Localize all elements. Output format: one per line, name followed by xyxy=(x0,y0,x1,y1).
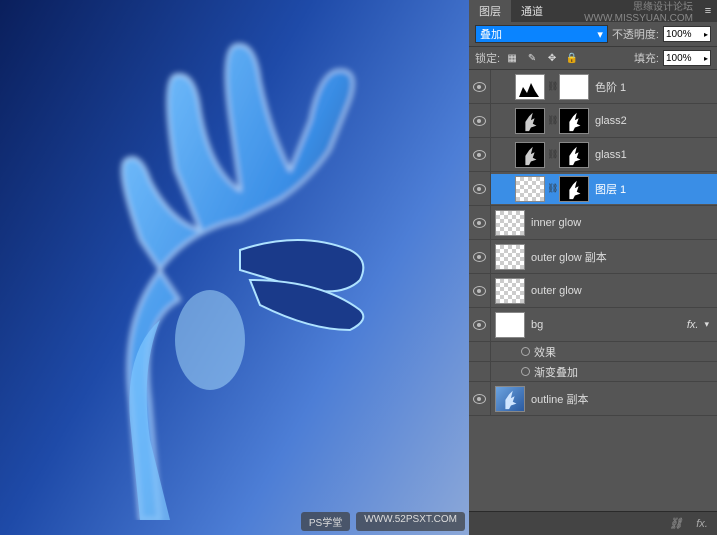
chevron-down-icon[interactable]: ▾ xyxy=(704,319,713,330)
panel-menu-icon[interactable]: ≡ xyxy=(699,5,717,17)
visibility-toggle[interactable] xyxy=(469,104,491,137)
layer-row[interactable]: outer glow xyxy=(469,274,717,308)
visibility-toggle[interactable] xyxy=(469,342,491,361)
visibility-toggle[interactable] xyxy=(469,206,491,239)
chevron-right-icon[interactable]: ▸ xyxy=(704,54,708,63)
eye-icon xyxy=(473,218,486,228)
fx-icon xyxy=(521,367,530,376)
eye-icon xyxy=(473,394,486,404)
visibility-toggle[interactable] xyxy=(469,172,491,205)
forum-title: 思缘设计论坛 WWW.MISSYUAN.COM xyxy=(553,0,699,24)
panel-footer: ⛓ fx. xyxy=(469,511,717,535)
layer-row[interactable]: outline 副本 xyxy=(469,382,717,416)
layer-thumb xyxy=(495,312,525,338)
tab-layers[interactable]: 图层 xyxy=(469,0,511,23)
fx-gradient-overlay-row[interactable]: 渐变叠加 xyxy=(469,362,717,382)
fill-input[interactable]: 100%▸ xyxy=(663,50,711,66)
layer-name: glass2 xyxy=(591,115,627,127)
fx-indicator[interactable]: fx. xyxy=(687,319,703,331)
lock-all-icon[interactable]: 🔒 xyxy=(564,50,580,66)
link-icon: ⛓ xyxy=(547,115,557,126)
eye-icon xyxy=(473,150,486,160)
link-icon: ⛓ xyxy=(547,149,557,160)
layer-name: 图层 1 xyxy=(591,181,626,197)
link-icon: ⛓ xyxy=(547,81,557,92)
fx-icon[interactable]: fx. xyxy=(693,518,711,530)
lock-transparent-icon[interactable]: ▦ xyxy=(504,50,520,66)
artwork-hand xyxy=(60,20,430,520)
layer-name: 色阶 1 xyxy=(591,79,626,95)
visibility-toggle[interactable] xyxy=(469,70,491,103)
layer-row[interactable]: bg fx. ▾ xyxy=(469,308,717,342)
visibility-toggle[interactable] xyxy=(469,274,491,307)
levels-thumb xyxy=(515,74,545,100)
mask-thumb xyxy=(559,108,589,134)
watermark-ps-school: PS学堂 xyxy=(301,512,350,531)
layer-row-selected[interactable]: ⛓ 图层 1 xyxy=(469,172,717,206)
layer-name: glass1 xyxy=(591,149,627,161)
mask-thumb xyxy=(559,142,589,168)
eye-icon xyxy=(473,82,486,92)
layer-name: outer glow 副本 xyxy=(527,249,607,265)
eye-icon xyxy=(473,320,486,330)
layer-name: inner glow xyxy=(527,217,581,229)
eye-icon xyxy=(473,286,486,296)
link-icon: ⛓ xyxy=(547,183,557,194)
layer-row[interactable]: ⛓ 色阶 1 xyxy=(469,70,717,104)
layer-thumb xyxy=(515,108,545,134)
layer-thumb xyxy=(515,176,545,202)
layers-list[interactable]: ⛓ 色阶 1 ⛓ glass2 ⛓ glass1 xyxy=(469,70,717,511)
visibility-toggle[interactable] xyxy=(469,362,491,381)
visibility-toggle[interactable] xyxy=(469,240,491,273)
link-layers-icon[interactable]: ⛓ xyxy=(667,517,685,530)
layers-panel: 图层 通道 思缘设计论坛 WWW.MISSYUAN.COM ≡ 叠加▾ 不透明度… xyxy=(469,0,717,535)
panel-header: 图层 通道 思缘设计论坛 WWW.MISSYUAN.COM ≡ xyxy=(469,0,717,22)
blend-mode-select[interactable]: 叠加▾ xyxy=(475,25,608,43)
layer-thumb xyxy=(495,244,525,270)
watermark-domain: WWW.52PSXT.COM xyxy=(356,512,465,531)
layer-thumb xyxy=(495,278,525,304)
layer-thumb xyxy=(495,210,525,236)
eye-icon xyxy=(473,116,486,126)
mask-thumb xyxy=(559,176,589,202)
lock-label: 锁定: xyxy=(475,50,500,66)
layer-thumb xyxy=(495,386,525,412)
lock-brush-icon[interactable]: ✎ xyxy=(524,50,540,66)
visibility-toggle[interactable] xyxy=(469,138,491,171)
layer-row[interactable]: outer glow 副本 xyxy=(469,240,717,274)
layer-row[interactable]: ⛓ glass2 xyxy=(469,104,717,138)
fx-effects-row[interactable]: 效果 xyxy=(469,342,717,362)
layer-thumb xyxy=(515,142,545,168)
chevron-right-icon[interactable]: ▸ xyxy=(704,30,708,39)
lock-move-icon[interactable]: ✥ xyxy=(544,50,560,66)
layer-row[interactable]: ⛓ glass1 xyxy=(469,138,717,172)
opacity-label: 不透明度: xyxy=(612,26,659,42)
lock-fill-row: 锁定: ▦ ✎ ✥ 🔒 填充: 100%▸ xyxy=(469,47,717,70)
visibility-toggle[interactable] xyxy=(469,382,491,415)
layer-name: bg xyxy=(527,319,543,331)
mask-thumb xyxy=(559,74,589,100)
watermarks: PS学堂 WWW.52PSXT.COM xyxy=(301,512,465,531)
eye-icon xyxy=(473,252,486,262)
layer-name: outer glow xyxy=(527,285,582,297)
fill-label: 填充: xyxy=(634,50,659,66)
layer-name: outline 副本 xyxy=(527,391,588,407)
tab-channels[interactable]: 通道 xyxy=(511,0,553,23)
layer-row[interactable]: inner glow xyxy=(469,206,717,240)
fx-icon xyxy=(521,347,530,356)
blend-opacity-row: 叠加▾ 不透明度: 100%▸ xyxy=(469,22,717,47)
opacity-input[interactable]: 100%▸ xyxy=(663,26,711,42)
eye-icon xyxy=(473,184,486,194)
visibility-toggle[interactable] xyxy=(469,308,491,341)
canvas-area: PS学堂 WWW.52PSXT.COM xyxy=(0,0,469,535)
